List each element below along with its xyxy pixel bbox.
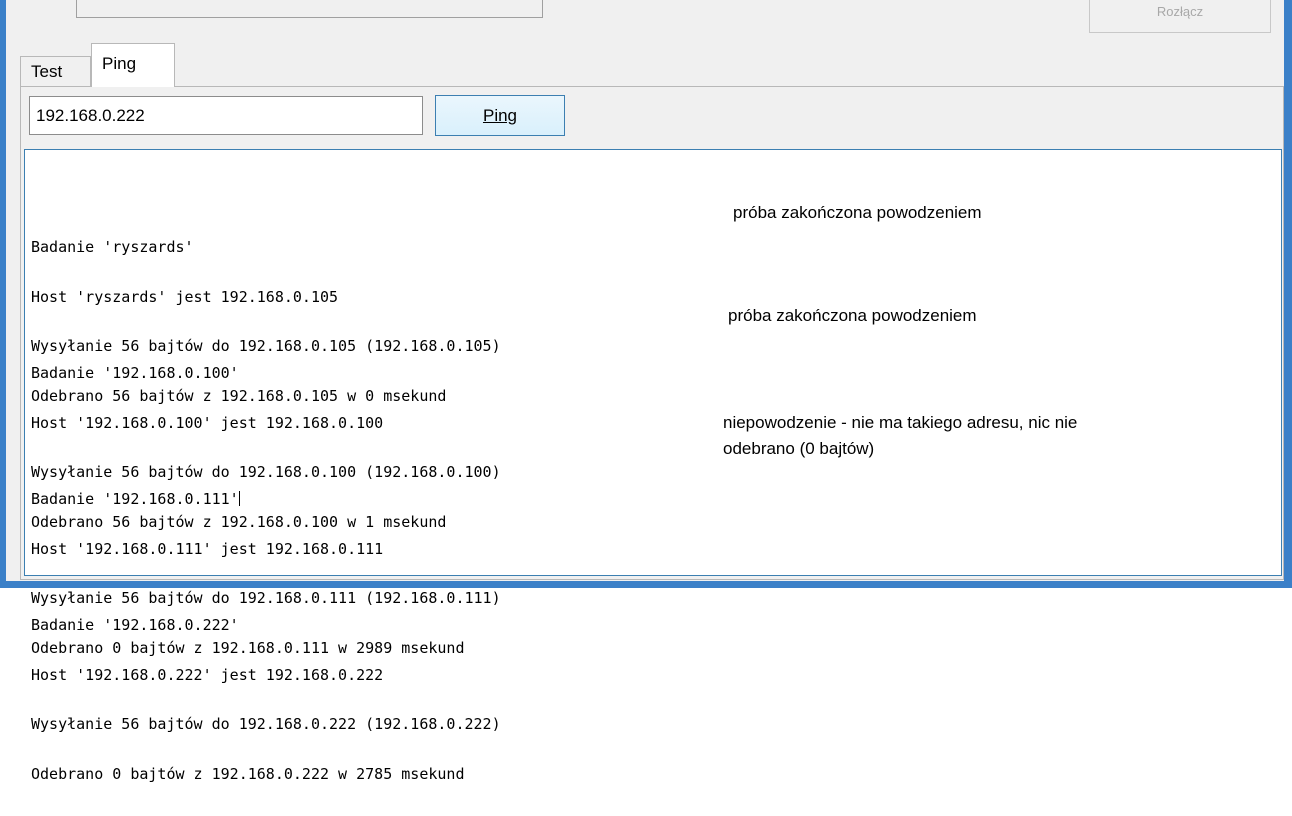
log-line: Odebrano 56 bajtów z 192.168.0.105 w 0 m… bbox=[31, 386, 447, 405]
tab-test[interactable]: Test bbox=[20, 56, 91, 86]
log-line: Host '192.168.0.100' jest 192.168.0.100 bbox=[31, 413, 384, 432]
window-frame-right bbox=[1284, 0, 1292, 588]
log-line: Odebrano 0 bajtów z 192.168.0.111 w 2989… bbox=[31, 638, 465, 657]
tab-strip-divider bbox=[20, 86, 1284, 87]
annotation-failure: niepowodzenie - nie ma takiego adresu, n… bbox=[723, 410, 1243, 462]
log-line: Host '192.168.0.111' jest 192.168.0.111 bbox=[31, 539, 384, 558]
log-line: Odebrano 0 bajtów z 192.168.0.222 w 2785… bbox=[31, 764, 465, 783]
app-window: Rozłącz Test Ping Ping Badanie 'ryszards… bbox=[0, 0, 1292, 782]
log-line: Badanie '192.168.0.222' bbox=[31, 616, 239, 634]
log-line: Wysyłanie 56 bajtów do 192.168.0.105 (19… bbox=[31, 337, 501, 355]
log-line: Host 'ryszards' jest 192.168.0.105 bbox=[31, 287, 339, 306]
log-line: Wysyłanie 56 bajtów do 192.168.0.111 (19… bbox=[31, 589, 501, 607]
top-field[interactable] bbox=[76, 0, 543, 18]
ping-log: Badanie 'ryszards' Host 'ryszards' jest … bbox=[31, 173, 501, 782]
log-line: Badanie '192.168.0.111' bbox=[31, 490, 239, 508]
tab-ping[interactable]: Ping bbox=[91, 43, 175, 87]
log-line: Badanie '192.168.0.100' bbox=[31, 364, 239, 382]
log-line: Wysyłanie 56 bajtów do 192.168.0.222 (19… bbox=[31, 715, 501, 733]
log-line: Host '192.168.0.222' jest 192.168.0.222 bbox=[31, 665, 384, 684]
annotation-failure-line: odebrano (0 bajtów) bbox=[723, 439, 875, 458]
ping-button[interactable]: Ping bbox=[435, 95, 565, 136]
disconnect-button[interactable]: Rozłącz bbox=[1089, 0, 1271, 33]
address-input[interactable] bbox=[29, 96, 423, 135]
log-block: Badanie 'ryszards' Host 'ryszards' jest … bbox=[31, 206, 501, 404]
annotation-success-2: próba zakończona powodzeniem bbox=[728, 306, 977, 325]
log-line: Wysyłanie 56 bajtów do 192.168.0.100 (19… bbox=[31, 463, 501, 481]
window-frame-left bbox=[0, 0, 6, 588]
text-caret bbox=[238, 491, 240, 506]
log-line: Badanie 'ryszards' bbox=[31, 238, 194, 256]
log-line-with-caret: Badanie '192.168.0.111' bbox=[31, 491, 501, 508]
annotation-failure-line: niepowodzenie - nie ma takiego adresu, n… bbox=[723, 413, 1078, 432]
log-line: Odebrano 56 bajtów z 192.168.0.100 w 1 m… bbox=[31, 512, 447, 531]
ping-button-label: Ping bbox=[482, 106, 518, 125]
annotation-success-1: próba zakończona powodzeniem bbox=[733, 203, 982, 222]
